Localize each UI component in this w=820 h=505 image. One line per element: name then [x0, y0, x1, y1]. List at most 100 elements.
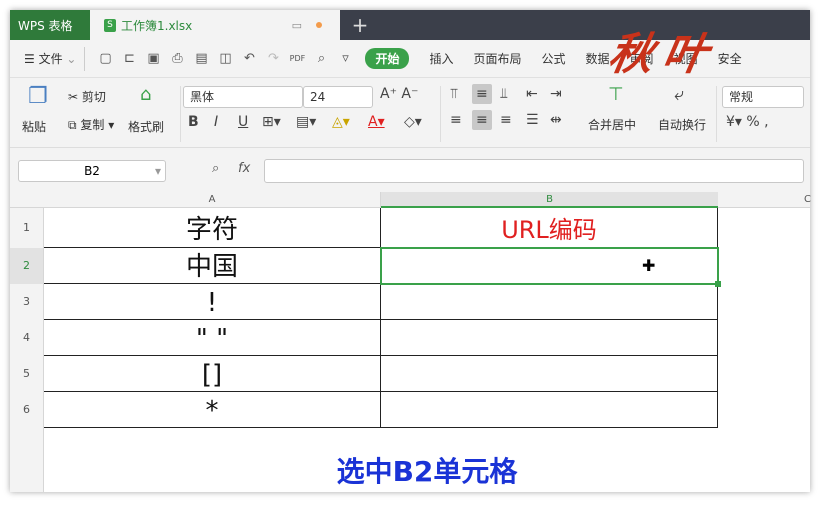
merge-center-button[interactable]: 合并居中 [588, 116, 636, 133]
format-painter-icon[interactable]: ⌂ [140, 84, 151, 105]
cell-a4[interactable]: " " [44, 320, 381, 356]
formula-input[interactable] [264, 159, 804, 183]
row-header-1[interactable]: 1 [10, 208, 44, 248]
format-painter-button[interactable]: 格式刷 [128, 118, 164, 135]
print-icon[interactable]: ⎙ [167, 51, 187, 66]
number-format: 常规 [729, 90, 754, 104]
undo-icon[interactable]: ↶ [239, 51, 259, 66]
cell-b6[interactable] [381, 392, 718, 428]
fill-handle[interactable] [715, 281, 721, 287]
cell-b1[interactable]: URL编码 [381, 208, 718, 248]
new-icon[interactable]: ▢ [95, 51, 115, 66]
name-box[interactable]: B2 ▾ [18, 160, 166, 182]
cell-a3[interactable]: ! [44, 284, 381, 320]
more-icon[interactable]: ▿ [335, 51, 355, 66]
indent-increase-icon[interactable]: ⇥ [550, 86, 562, 102]
cell-b5[interactable] [381, 356, 718, 392]
wps-app-button[interactable]: WPS 表格 [10, 10, 90, 40]
paste-icon[interactable]: ❐ [28, 84, 48, 109]
tab-page-layout[interactable]: 页面布局 [474, 50, 522, 67]
border-icon[interactable]: ⊞▾ [262, 114, 281, 130]
font-name-select[interactable]: 黑体 [183, 86, 303, 108]
cell-a1[interactable]: 字符 [44, 208, 381, 248]
cell-a2[interactable]: 中国 [44, 248, 381, 284]
watermark-logo: 秋叶 [604, 29, 722, 80]
unsaved-dot-icon [316, 22, 322, 28]
redo-icon[interactable]: ↷ [263, 51, 283, 66]
print-direct-icon[interactable]: ▤ [191, 51, 211, 66]
export-pdf-icon[interactable]: PDF [287, 54, 307, 63]
distribute-icon[interactable]: ⇹ [550, 112, 562, 128]
font-name: 黑体 [190, 90, 215, 104]
hamburger-icon[interactable]: ☰ [24, 52, 39, 66]
cell-b4[interactable] [381, 320, 718, 356]
cell-a5[interactable]: [] [44, 356, 381, 392]
align-middle-icon[interactable]: ≡ [472, 84, 492, 104]
wrap-text-button[interactable]: 自动换行 [658, 116, 706, 133]
merge-center-icon[interactable]: ⊤ [608, 84, 624, 105]
tab-insert[interactable]: 插入 [429, 50, 453, 67]
caption-text: 选中B2单元格 [336, 455, 518, 488]
number-format-select[interactable]: 常规 [722, 86, 804, 108]
indent-decrease-icon[interactable]: ⇤ [526, 86, 538, 102]
cell-cursor-icon: ✚ [642, 256, 656, 275]
align-left-icon[interactable]: ≡ [450, 112, 462, 128]
search-icon[interactable]: ⌕ [311, 51, 331, 66]
wps-window: WPS 表格 S 工作簿1.xlsx ▭ + ☰ 文件 ⌄ ▢ ⊏ ▣ ⎙ ▤ ◫ ↶ ↷ PDF ⌕… [10, 10, 811, 492]
font-size: 24 [310, 90, 326, 104]
column-header-b[interactable]: B [381, 192, 718, 208]
cut-button[interactable]: ✂ 剪切 [68, 88, 106, 105]
align-center-icon[interactable]: ≡ [472, 110, 492, 130]
fx-button[interactable]: fx [238, 161, 250, 176]
row-header-4[interactable]: 4 [10, 320, 44, 356]
row-header-5[interactable]: 5 [10, 356, 44, 392]
document-tab[interactable]: S 工作簿1.xlsx ▭ [90, 10, 340, 40]
cell-a6[interactable]: * [44, 392, 381, 428]
chevron-down-icon[interactable]: ⌄ [63, 52, 76, 66]
row-header-3[interactable]: 3 [10, 284, 44, 320]
justify-icon[interactable]: ☰ [526, 112, 539, 128]
cut-label: 剪切 [81, 90, 106, 104]
selected-cell-outline [380, 247, 719, 285]
paste-button[interactable]: 粘贴 [22, 118, 46, 135]
clear-icon[interactable]: ◇▾ [404, 114, 422, 130]
copy-button[interactable]: ⧉ 复制 ▾ [68, 116, 114, 133]
wrap-text-icon[interactable]: ⤶ [674, 84, 684, 105]
italic-icon[interactable]: I [214, 114, 218, 130]
file-menu[interactable]: 文件 [39, 50, 63, 67]
zoom-formula-icon[interactable]: ⌕ [212, 161, 219, 176]
tab-formula[interactable]: 公式 [542, 50, 566, 67]
underline-icon[interactable]: U [238, 114, 248, 130]
save-icon[interactable]: ▣ [143, 51, 163, 66]
monitor-icon[interactable]: ▭ [292, 19, 302, 32]
copy-label: 复制 [80, 118, 105, 132]
formula-bar: B2 ▾ ⌕ fx [10, 148, 810, 192]
new-tab-button[interactable]: + [340, 10, 380, 40]
print-preview-icon[interactable]: ◫ [215, 51, 235, 66]
select-all-corner[interactable] [10, 192, 44, 208]
tab-security[interactable]: 安全 [718, 50, 742, 67]
align-top-icon[interactable]: ⫪ [450, 86, 458, 102]
align-bottom-icon[interactable]: ⫫ [500, 86, 508, 102]
cell-style-icon[interactable]: ▤▾ [296, 114, 316, 130]
font-color-icon[interactable]: A▾ [368, 114, 385, 130]
document-name: 工作簿1.xlsx [121, 18, 193, 33]
align-right-icon[interactable]: ≡ [500, 112, 512, 128]
cell-b3[interactable] [381, 284, 718, 320]
bold-icon[interactable]: B [188, 114, 199, 130]
row-header-6[interactable]: 6 [10, 392, 44, 428]
spreadsheet-grid: A B C 1 2 3 4 5 6 字符 URL编码 中国 ! " " [] *… [10, 192, 811, 492]
row-header-2[interactable]: 2 [10, 248, 44, 284]
increase-font-icon[interactable]: A⁺ A⁻ [380, 86, 418, 102]
fill-color-icon[interactable]: ◬▾ [332, 114, 350, 130]
cell-reference: B2 [84, 164, 100, 178]
ribbon: ❐ 粘贴 ✂ 剪切 ⧉ 复制 ▾ ⌂ 格式刷 黑体 24 A⁺ A⁻ B I U… [10, 78, 810, 148]
currency-icon[interactable]: ¥▾ % , [726, 114, 769, 130]
font-size-select[interactable]: 24 [303, 86, 373, 108]
tab-data[interactable]: 数据 [586, 50, 610, 67]
open-icon[interactable]: ⊏ [119, 51, 139, 66]
column-header-c[interactable]: C [718, 192, 811, 208]
tab-start[interactable]: 开始 [365, 48, 410, 69]
column-header-a[interactable]: A [44, 192, 381, 208]
sheet-file-icon: S [104, 18, 116, 32]
